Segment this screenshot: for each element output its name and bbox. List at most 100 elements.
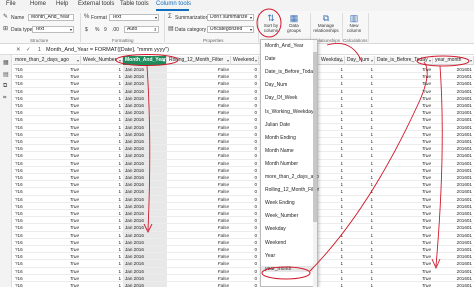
table-cell[interactable]: 1 [81,95,123,102]
table-cell[interactable]: Jan 2016 [123,152,167,159]
table-cell[interactable]: 201601 [433,275,474,282]
table-cell[interactable]: 201601 [433,116,474,123]
table-cell[interactable]: True [33,109,81,116]
table-cell[interactable]: Jan 2016 [123,138,167,145]
filter-arrow-icon[interactable]: ▾ [470,56,472,65]
filter-arrow-icon[interactable]: ▾ [77,56,79,65]
column-header-weekday[interactable]: Weekday ▾ [319,56,345,65]
table-cell[interactable]: 1 [319,80,345,87]
table-cell[interactable]: Jan 2016 [123,174,167,181]
sort-menu-item[interactable]: Weekday [265,226,286,232]
manage-relationships-button[interactable]: ⧉ Manage relationships [312,13,340,33]
table-cell[interactable]: True [33,260,81,267]
table-cell[interactable]: 0 [231,66,259,73]
table-cell[interactable]: 1 [345,260,375,267]
table-cell[interactable]: 201601 [433,224,474,231]
table-cell[interactable]: True [33,224,81,231]
table-cell[interactable]: 1 [81,188,123,195]
table-cell[interactable]: 201601 [433,253,474,260]
table-cell[interactable]: True [33,131,81,138]
sort-by-column-button[interactable]: ⇅ Sort by column [260,13,282,33]
table-cell[interactable]: 1 [81,282,123,287]
table-cell[interactable]: True [375,196,433,203]
tab-help[interactable]: Help [56,1,68,7]
table-cell[interactable]: False [167,203,231,210]
table-cell[interactable]: 201601 [433,152,474,159]
table-cell[interactable]: True [375,80,433,87]
table-cell[interactable]: 0 [231,138,259,145]
tab-file[interactable]: File [6,1,16,7]
table-cell[interactable]: 201601 [433,203,474,210]
table-cell[interactable]: 1 [81,253,123,260]
format-select[interactable]: Text ▾ [109,14,159,21]
table-cell[interactable]: 0 [231,224,259,231]
table-cell[interactable]: ?16 [13,95,33,102]
table-cell[interactable]: False [167,102,231,109]
filter-arrow-icon[interactable]: ▾ [341,56,343,65]
table-cell[interactable]: 201601 [433,95,474,102]
table-cell[interactable]: 1 [319,145,345,152]
table-cell[interactable]: 1 [319,224,345,231]
table-cell[interactable]: Jan 2016 [123,167,167,174]
new-column-button[interactable]: ▥ New column [344,13,364,33]
table-cell[interactable]: 0 [231,203,259,210]
table-cell[interactable]: 0 [231,124,259,131]
formula-text[interactable]: Month_And_Year = FORMAT([Date], "mmm yyy… [46,47,169,53]
sort-menu-item[interactable]: Date [265,56,276,62]
table-cell[interactable]: True [375,131,433,138]
table-cell[interactable]: 1 [319,174,345,181]
table-cell[interactable]: Jan 2016 [123,109,167,116]
table-cell[interactable]: 1 [345,181,375,188]
table-cell[interactable]: True [33,174,81,181]
table-cell[interactable]: 1 [345,203,375,210]
column-header-year-month[interactable]: year_month ▾ [433,56,474,65]
filter-arrow-icon[interactable]: ▾ [119,56,121,65]
table-cell[interactable]: 201601 [433,232,474,239]
category-select[interactable]: Uncategorized ▾ [207,26,254,33]
table-cell[interactable]: 1 [319,160,345,167]
table-cell[interactable]: 1 [81,268,123,275]
table-cell[interactable]: 201601 [433,80,474,87]
table-cell[interactable]: ?16 [13,167,33,174]
table-cell[interactable]: True [375,167,433,174]
sort-menu-item[interactable]: year_month [261,265,317,272]
table-cell[interactable]: True [375,102,433,109]
table-cell[interactable]: 1 [81,73,123,80]
table-view-icon[interactable]: ▦ [3,59,9,66]
table-cell[interactable]: Jan 2016 [123,268,167,275]
table-cell[interactable]: False [167,124,231,131]
commit-formula-icon[interactable]: ✓ [26,47,31,53]
table-cell[interactable]: Jan 2016 [123,145,167,152]
table-cell[interactable]: True [375,73,433,80]
table-cell[interactable]: Jan 2016 [123,131,167,138]
data-view-icon[interactable]: ▤ [3,71,9,78]
sort-menu-item[interactable]: Month_And_Year [265,43,303,49]
table-cell[interactable]: True [33,239,81,246]
column-header-rolling-12-month-filter[interactable]: Rolling_12_Month_Filter ▾ [167,56,231,65]
table-cell[interactable]: Jan 2016 [123,73,167,80]
decimal-button[interactable]: .00 [112,27,119,33]
table-cell[interactable]: True [375,232,433,239]
sort-menu-item[interactable]: Weekend [265,240,286,246]
table-cell[interactable]: 1 [81,203,123,210]
filter-arrow-icon[interactable]: ▾ [255,56,257,65]
table-cell[interactable]: ?16 [13,260,33,267]
table-cell[interactable]: 1 [319,217,345,224]
column-header-more-than-2-days-ago[interactable]: more_than_2_days_ago ▾ [13,56,81,65]
table-cell[interactable]: 1 [319,210,345,217]
table-cell[interactable]: 1 [319,232,345,239]
table-cell[interactable]: Jan 2016 [123,217,167,224]
table-cell[interactable]: 1 [345,217,375,224]
table-cell[interactable]: Jan 2016 [123,116,167,123]
table-cell[interactable]: 0 [231,268,259,275]
table-cell[interactable]: True [33,116,81,123]
sort-menu-item[interactable]: Month Name [265,148,294,154]
table-cell[interactable]: 1 [345,66,375,73]
table-cell[interactable]: False [167,217,231,224]
table-cell[interactable]: True [375,239,433,246]
table-cell[interactable]: 1 [81,152,123,159]
table-cell[interactable]: 1 [345,116,375,123]
table-cell[interactable]: True [33,145,81,152]
sort-menu-item[interactable]: Is_Working_Weekday [265,109,313,115]
table-cell[interactable]: 0 [231,131,259,138]
